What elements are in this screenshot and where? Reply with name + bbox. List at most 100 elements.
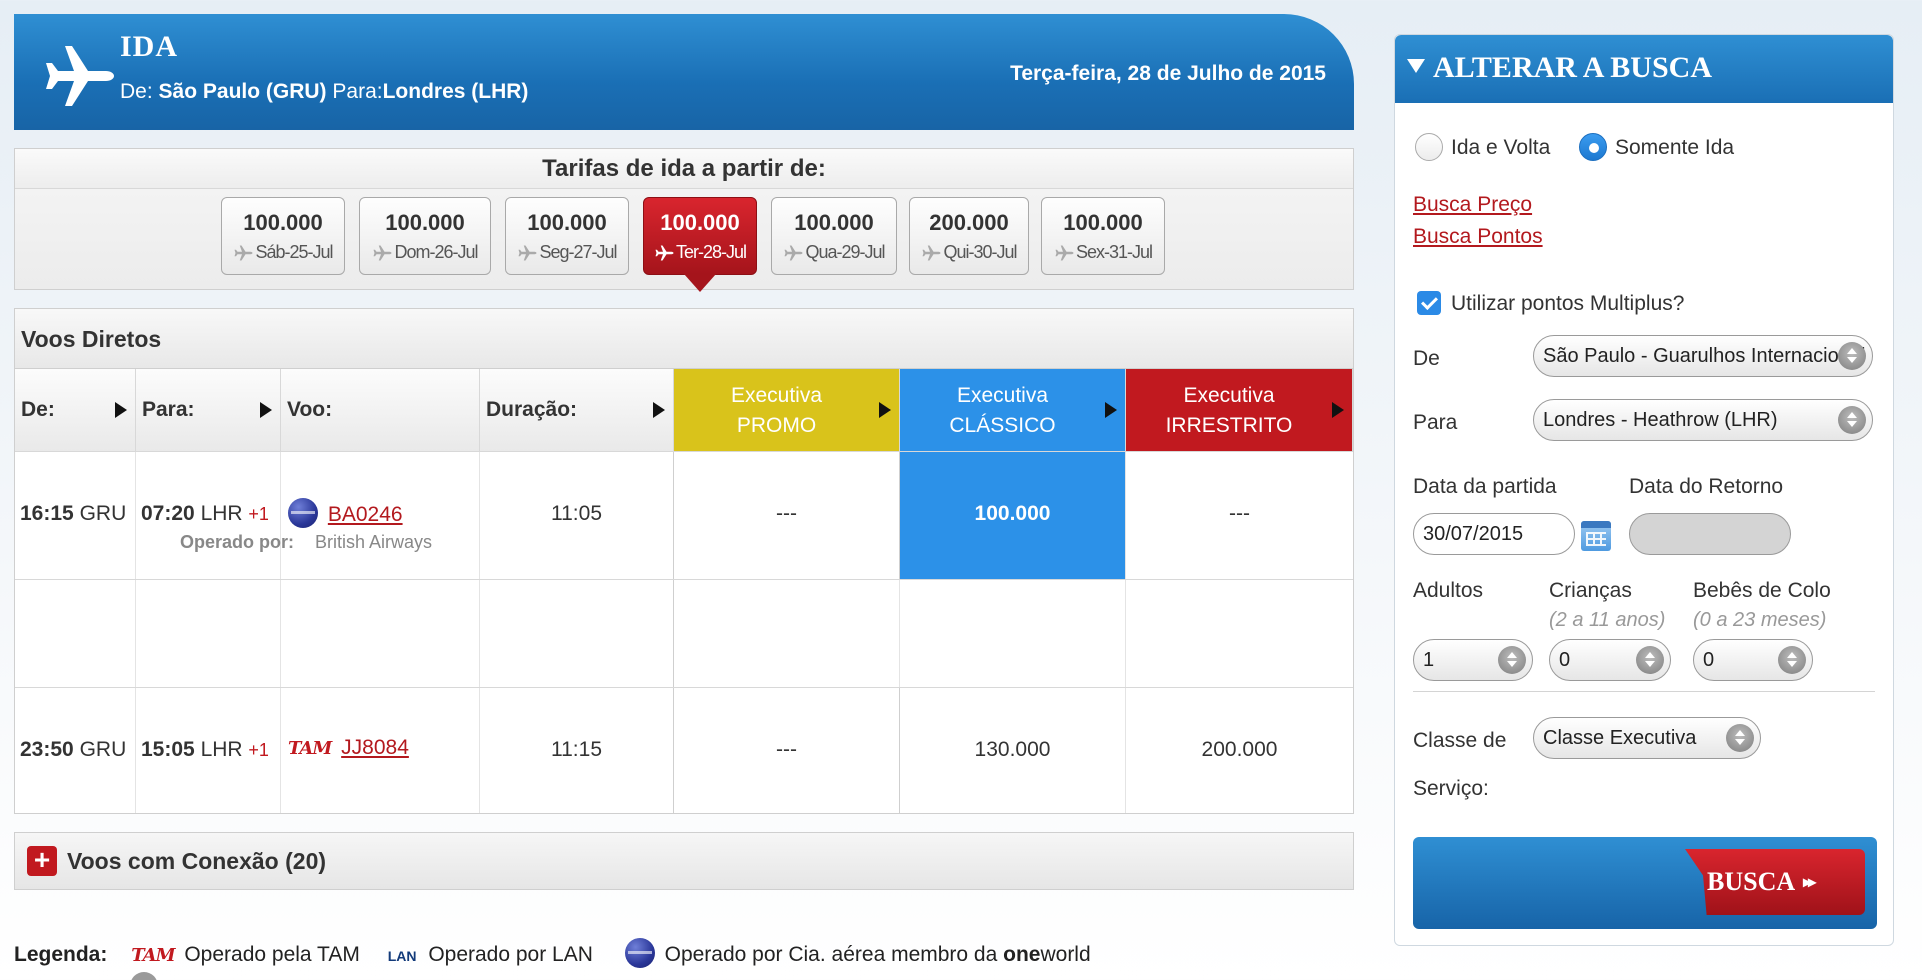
use-points-checkbox[interactable]: Utilizar pontos Multiplus? — [1417, 291, 1684, 316]
trip-type-roundtrip[interactable]: Ida e Volta — [1415, 133, 1550, 161]
plus-icon: + — [27, 846, 57, 876]
direction-title: IDA — [120, 30, 179, 63]
search-by-price-link[interactable]: Busca Preço — [1413, 193, 1532, 216]
table-header: De: Para: Voo: Duração: Executiva PROMO … — [15, 369, 1353, 451]
departure-cell: 23:50 GRU — [15, 688, 136, 813]
sort-arrow-icon — [260, 402, 272, 418]
from-label: De — [1413, 347, 1440, 370]
fare-cell-irrestrito: --- — [1229, 502, 1250, 525]
fare-calendar: Tarifas de ida a partir de: 100.000 Sáb-… — [14, 148, 1354, 292]
to-label: Para — [1413, 411, 1458, 434]
to-select[interactable]: Londres - Heathrow (LHR) — [1533, 399, 1873, 441]
depart-date-input[interactable]: 30/07/2015 — [1413, 513, 1575, 555]
route-destination: Londres (LHR) — [382, 80, 529, 103]
children-hint: (2 a 11 anos) — [1549, 609, 1666, 631]
fare-date-card[interactable]: 100.000 Sáb-25-Jul — [221, 197, 345, 275]
class-label-1: Classe de — [1413, 729, 1507, 752]
tam-logo-icon: TAM — [131, 945, 175, 966]
fare-date-card[interactable]: 100.000 Seg-27-Jul — [505, 197, 629, 275]
sort-arrow-icon — [879, 402, 891, 418]
arrival-cell: 07:20 LHR +1 Operado por: — [136, 452, 294, 579]
search-panel-header[interactable]: ALTERAR A BUSCA — [1395, 35, 1893, 103]
chevron-right-icon: ▸▸ — [1803, 874, 1816, 891]
departure-cell: 16:15 GRU — [15, 452, 136, 579]
travel-date: Terça-feira, 28 de Julho de 2015 — [1010, 62, 1326, 85]
flight-number-link[interactable]: JJ8084 — [341, 736, 409, 759]
airplane-icon — [373, 245, 392, 261]
tam-logo-icon: TAM — [288, 738, 332, 759]
sort-arrow-icon — [115, 402, 127, 418]
search-panel: ALTERAR A BUSCA Ida e Volta Somente Ida … — [1394, 34, 1894, 946]
sort-arrow-icon — [1332, 402, 1344, 418]
dropdown-icon — [1778, 646, 1806, 674]
adults-select[interactable]: 1 — [1413, 639, 1533, 681]
search-by-points-link[interactable]: Busca Pontos — [1413, 225, 1543, 248]
triangle-down-icon — [1407, 59, 1425, 73]
class-select[interactable]: Classe Executiva — [1533, 717, 1761, 759]
fare-cell-classico[interactable]: 130.000 — [900, 688, 1126, 813]
legend: Legenda: TAM Operado pela TAM LAN Operad… — [14, 938, 1091, 968]
oneworld-icon — [288, 498, 318, 528]
fare-cell-irrestrito[interactable]: 200.000 — [1126, 688, 1353, 813]
fare-date-card[interactable]: 100.000 Dom-26-Jul — [359, 197, 491, 275]
checkbox-icon[interactable] — [1417, 291, 1441, 315]
infants-hint: (0 a 23 meses) — [1693, 609, 1827, 631]
dropdown-icon — [1636, 646, 1664, 674]
fare-cell-promo: --- — [674, 688, 900, 813]
fare-date-card[interactable]: 100.000 Qua-29-Jul — [771, 197, 897, 275]
return-date-input — [1629, 513, 1791, 555]
fare-date-card[interactable]: 100.000 Sex-31-Jul — [1041, 197, 1165, 275]
search-button[interactable]: BUSCA ▸▸ — [1685, 849, 1865, 915]
legend-tam: Operado pela TAM — [184, 943, 360, 966]
sort-arrow-icon — [653, 402, 665, 418]
airplane-icon — [784, 245, 803, 261]
flight-number-link[interactable]: BA0246 — [328, 503, 403, 526]
column-header-duration[interactable]: Duração: — [480, 369, 674, 451]
trip-type-oneway[interactable]: Somente Ida — [1579, 133, 1734, 161]
flight-header: IDA De: São Paulo (GRU) Para:Londres (LH… — [14, 14, 1354, 130]
legend-label: Legenda: — [14, 943, 108, 966]
oneworld-icon — [624, 938, 655, 968]
depart-date-label: Data da partida — [1413, 475, 1557, 498]
dropdown-icon — [1498, 646, 1526, 674]
fare-cell-classico-selected[interactable]: 100.000 — [900, 452, 1126, 579]
return-date-label: Data do Retorno — [1629, 475, 1784, 498]
infants-select[interactable]: 0 — [1693, 639, 1813, 681]
route-summary: De: São Paulo (GRU) Para:Londres (LHR) — [120, 80, 529, 103]
column-header-executiva-irrestrito[interactable]: Executiva IRRESTRITO — [1126, 369, 1353, 451]
fare-cell-promo: --- — [674, 452, 900, 579]
search-button-area: BUSCA ▸▸ — [1413, 837, 1877, 929]
direct-flights-table: Voos Diretos De: Para: Voo: Duração: Exe… — [14, 308, 1354, 814]
duration-cell: 11:15 — [480, 688, 674, 813]
fare-date-card-selected[interactable]: 100.000 Ter-28-Jul — [643, 197, 757, 292]
children-select[interactable]: 0 — [1549, 639, 1671, 681]
fare-calendar-title: Tarifas de ida a partir de: — [15, 149, 1353, 189]
route-origin: São Paulo (GRU) — [158, 80, 327, 103]
class-label-2: Serviço: — [1413, 777, 1489, 800]
calendar-icon[interactable] — [1581, 521, 1611, 551]
infants-label: Bebês de Colo — [1693, 579, 1831, 602]
from-select[interactable]: São Paulo - Guarulhos Internacional — [1533, 335, 1873, 377]
connections-toggle[interactable]: + Voos com Conexão (20) — [14, 832, 1354, 890]
table-row-spacer — [15, 579, 1353, 687]
divider — [1413, 691, 1875, 692]
flight-cell: BA0246 British Airways — [281, 452, 480, 579]
sort-arrow-icon — [1105, 402, 1117, 418]
arrival-cell: 15:05 LHR +1 — [136, 688, 281, 813]
column-header-flight: Voo: — [281, 369, 480, 451]
dropdown-icon — [1838, 406, 1866, 434]
fare-date-card[interactable]: 200.000 Qui-30-Jul — [909, 197, 1029, 275]
table-row: 23:50 GRU 15:05 LHR +1 TAM JJ8084 11:15 … — [15, 687, 1353, 813]
column-header-to[interactable]: Para: — [136, 369, 281, 451]
airplane-icon — [1055, 245, 1074, 261]
legend-lan: Operado por LAN — [428, 943, 593, 966]
duration-cell: 11:05 — [480, 452, 674, 579]
radio-icon[interactable] — [1579, 133, 1607, 161]
column-header-from[interactable]: De: — [15, 369, 136, 451]
legend-icon-partial — [130, 972, 158, 980]
radio-icon[interactable] — [1415, 133, 1443, 161]
column-header-executiva-classico[interactable]: Executiva CLÁSSICO — [900, 369, 1126, 451]
column-header-executiva-promo[interactable]: Executiva PROMO — [674, 369, 900, 451]
lan-logo-icon: LAN — [387, 948, 417, 964]
direct-flights-title: Voos Diretos — [15, 309, 1353, 369]
